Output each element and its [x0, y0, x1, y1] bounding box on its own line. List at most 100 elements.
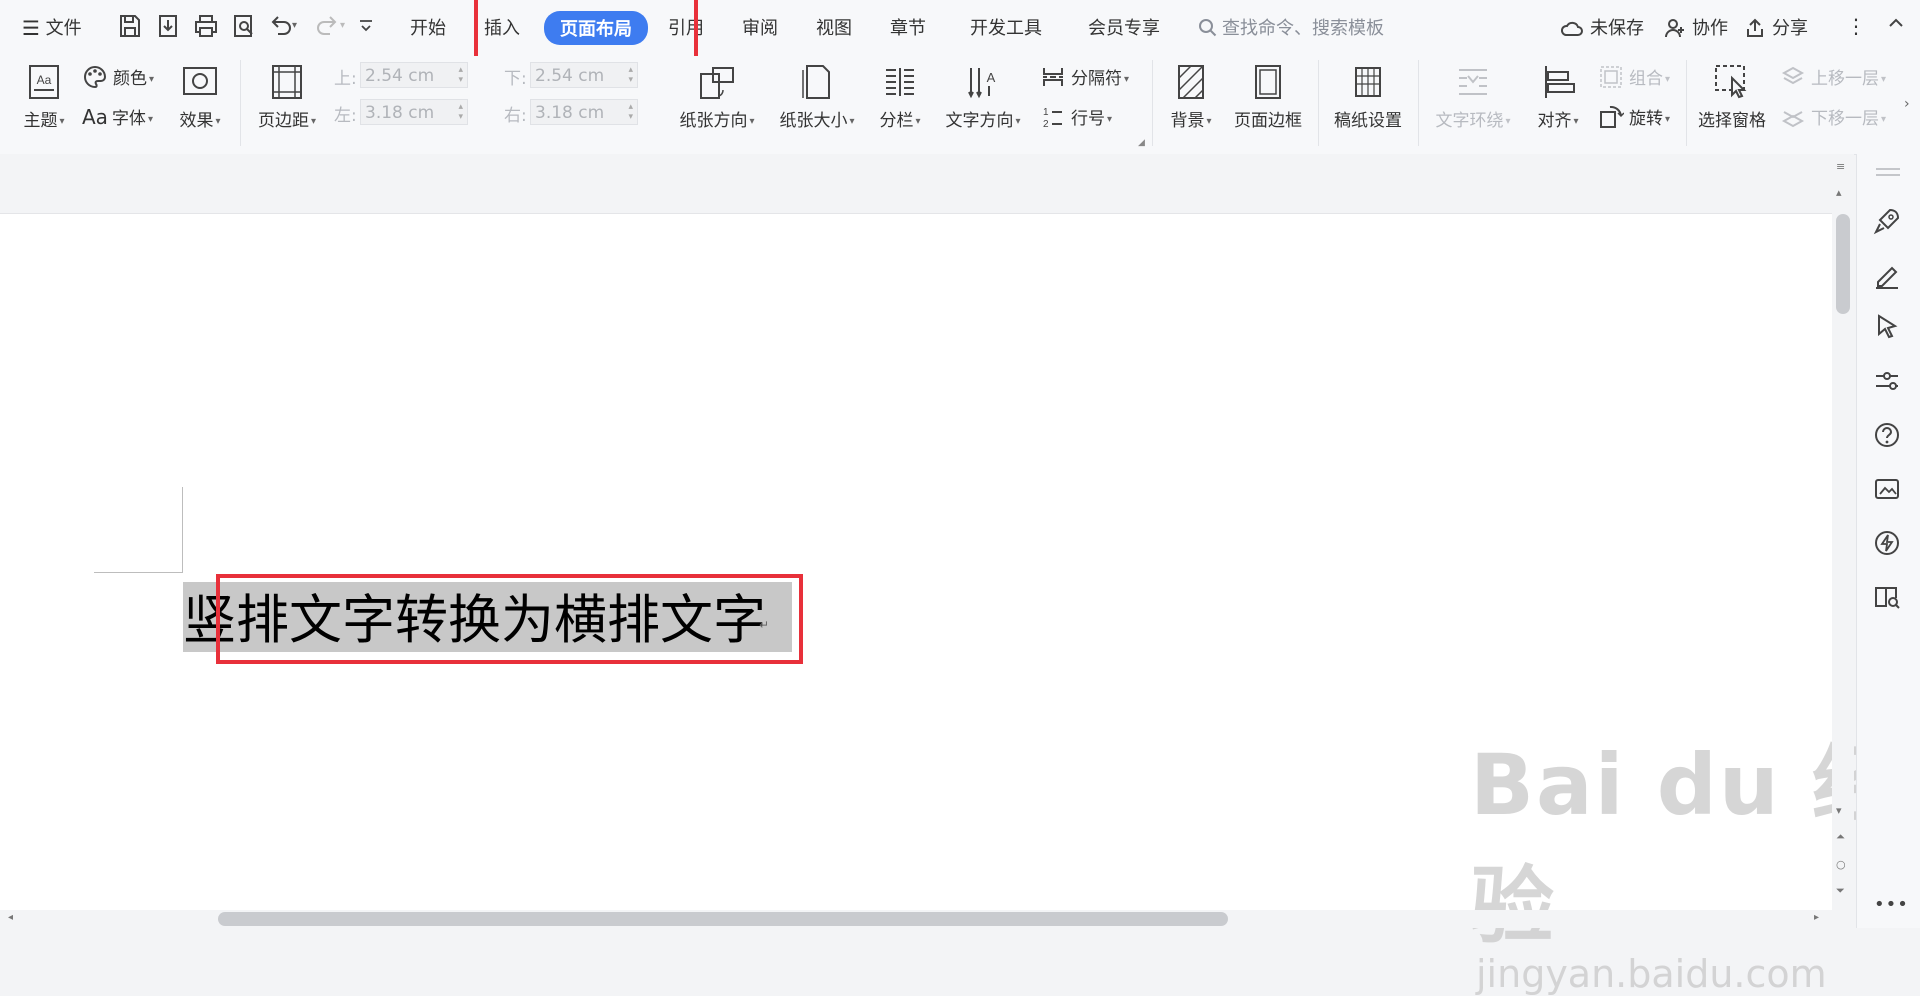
undo-icon[interactable] [266, 12, 294, 40]
page-break-icon [1043, 68, 1063, 86]
group-button[interactable]: 组合 ▾ [1598, 64, 1670, 90]
fonts-button[interactable]: Aa 字体 ▾ [82, 104, 153, 129]
previous-page-icon[interactable]: ⏶ [1836, 830, 1845, 844]
line-numbers-label: 行号 [1071, 109, 1105, 129]
text-direction-button[interactable]: A 文字方向 ▾ [940, 62, 1026, 131]
collaborate-button[interactable]: 协作 [1664, 14, 1728, 40]
redo-dropdown-icon[interactable]: ▾ [340, 20, 352, 32]
fonts-label: 字体 [111, 109, 146, 129]
undo-dropdown-icon[interactable]: ▾ [292, 20, 304, 32]
align-button[interactable]: 对齐 ▾ [1530, 62, 1586, 131]
text-wrap-button[interactable]: 文字环绕 ▾ [1430, 62, 1516, 131]
scroll-top-icon[interactable]: ≡ [1836, 160, 1845, 173]
selection-pane-button[interactable]: 选择窗格 [1692, 62, 1772, 131]
breaks-button[interactable]: 分隔符 ▾ [1040, 64, 1129, 90]
text-direction-icon: A [963, 62, 1003, 102]
print-icon[interactable] [192, 12, 220, 40]
next-page-icon[interactable]: ⏷ [1836, 884, 1845, 898]
ribbon-separator [1418, 60, 1419, 146]
line-numbers-button[interactable]: 1 2 行号 ▾ [1040, 104, 1112, 130]
scroll-right-icon[interactable]: ▸ [1814, 912, 1819, 923]
manuscript-button[interactable]: 稿纸设置 [1330, 62, 1406, 131]
paper-size-icon [797, 62, 837, 102]
search-box[interactable]: 查找命令、搜索模板 [1198, 14, 1384, 40]
more-vertical-icon[interactable]: ⋮ [1846, 14, 1866, 38]
theme-label: 主题 [23, 111, 58, 131]
svg-text:1: 1 [1043, 107, 1049, 118]
redo-icon[interactable] [314, 12, 342, 40]
scroll-up-icon[interactable]: ▴ [1836, 186, 1842, 199]
share-button[interactable]: 分享 [1744, 14, 1808, 40]
theme-icon: Aa [24, 62, 64, 102]
cloud-icon [1560, 21, 1583, 36]
collaborate-icon [1665, 19, 1684, 38]
chevron-up-icon[interactable] [1886, 12, 1912, 33]
book-search-icon[interactable] [1872, 582, 1902, 612]
watermark-url: jingyan.baidu.com [1476, 952, 1827, 996]
tab-member[interactable]: 会员专享 [1088, 14, 1160, 40]
paper-size-label: 纸张大小 [779, 111, 848, 131]
selection-pane-label: 选择窗格 [1698, 111, 1766, 131]
theme-button[interactable]: Aa 主题 ▾ [14, 62, 74, 131]
margin-top-value: 2.54 cm [365, 66, 435, 86]
paper-size-button[interactable]: 纸张大小 ▾ [774, 62, 860, 131]
side-panel-grip[interactable] [1876, 168, 1900, 170]
group-label: 组合 [1629, 69, 1663, 89]
text-wrap-label: 文字环绕 [1435, 111, 1504, 131]
page-border-button[interactable]: 页面边框 [1230, 62, 1306, 131]
page-border-label: 页面边框 [1234, 111, 1302, 131]
search-placeholder: 查找命令、搜索模板 [1222, 18, 1384, 39]
rotate-button[interactable]: 旋转 ▾ [1598, 104, 1670, 130]
tab-home[interactable]: 开始 [410, 14, 446, 40]
margin-right-value: 3.18 cm [535, 103, 605, 123]
print-preview-icon[interactable] [230, 12, 258, 40]
bring-forward-icon [1781, 66, 1805, 85]
margin-left-input[interactable]: 3.18 cm ▴ ▾ [360, 99, 468, 125]
tab-sections[interactable]: 章节 [890, 14, 926, 40]
margin-right-input[interactable]: 3.18 cm ▴ ▾ [530, 99, 638, 125]
hamburger-icon: ☰ [22, 16, 40, 40]
scroll-down-icon[interactable]: ▾ [1836, 804, 1842, 817]
margin-bottom-input[interactable]: 2.54 cm ▴ ▾ [530, 62, 638, 88]
export-pdf-icon[interactable] [154, 12, 182, 40]
image-tools-icon[interactable] [1872, 474, 1902, 504]
pen-edit-icon[interactable] [1872, 260, 1902, 290]
send-backward-button[interactable]: 下移一层 ▾ [1780, 104, 1886, 130]
help-icon[interactable] [1872, 420, 1902, 450]
orientation-button[interactable]: 纸张方向 ▾ [674, 62, 760, 131]
unsaved-status-button[interactable]: 未保存 [1560, 14, 1644, 40]
colors-button[interactable]: 颜色 ▾ [82, 64, 154, 90]
tab-view[interactable]: 视图 [816, 14, 852, 40]
align-label: 对齐 [1537, 111, 1572, 131]
ribbon-scroll-right-icon[interactable]: › [1904, 96, 1910, 112]
effects-button[interactable]: 效果 ▾ [170, 62, 230, 131]
send-backward-icon [1781, 111, 1805, 128]
scroll-left-icon[interactable]: ◂ [8, 912, 13, 923]
more-horizontal-icon[interactable]: ••• [1874, 894, 1909, 915]
vertical-scroll-thumb[interactable] [1836, 214, 1850, 314]
tab-review[interactable]: 审阅 [742, 14, 778, 40]
rotate-icon [1600, 105, 1625, 128]
file-menu-button[interactable]: ☰ 文件 [22, 14, 82, 40]
margin-corner-mark [182, 487, 183, 573]
rocket-icon[interactable] [1872, 206, 1902, 236]
background-button[interactable]: 背景 ▾ [1164, 62, 1218, 131]
horizontal-scroll-thumb[interactable] [218, 912, 1228, 926]
background-label: 背景 [1170, 111, 1205, 131]
columns-label: 分栏 [879, 111, 914, 131]
bring-forward-button[interactable]: 上移一层 ▾ [1780, 64, 1886, 90]
margin-bottom-label: 下: [504, 69, 527, 89]
lightning-icon[interactable] [1872, 528, 1902, 558]
margins-button[interactable]: 页边距 ▾ [252, 62, 322, 131]
tab-developer[interactable]: 开发工具 [970, 14, 1042, 40]
save-icon[interactable] [116, 12, 144, 40]
page-setup-launcher-icon[interactable]: ◢ [1138, 138, 1145, 148]
columns-button[interactable]: 分栏 ▾ [872, 62, 928, 131]
cursor-select-icon[interactable] [1872, 312, 1902, 342]
browse-object-icon[interactable]: ○ [1836, 858, 1846, 871]
customize-toolbar-icon[interactable] [356, 16, 376, 36]
margin-top-input[interactable]: 2.54 cm ▴ ▾ [360, 62, 468, 88]
margin-top-label: 上: [334, 69, 357, 89]
margin-bottom-value: 2.54 cm [535, 66, 605, 86]
adjust-sliders-icon[interactable] [1872, 366, 1902, 396]
